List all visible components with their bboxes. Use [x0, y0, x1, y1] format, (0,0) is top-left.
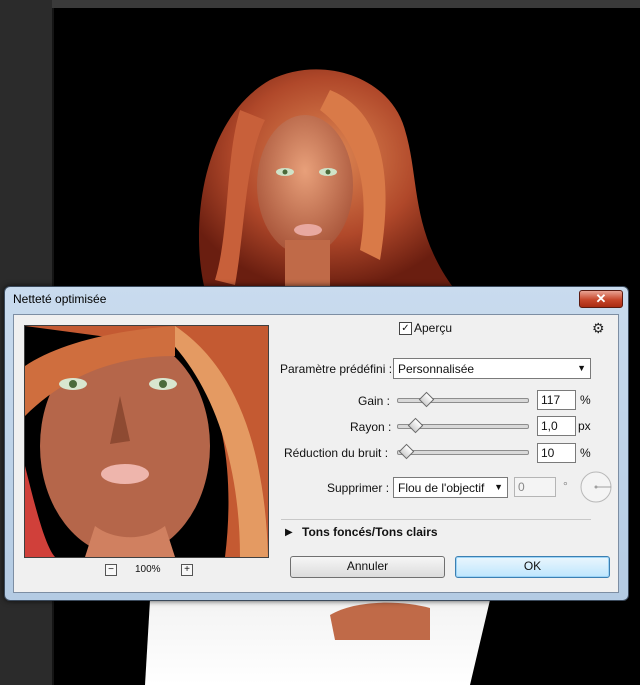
- preset-value: Personnalisée: [398, 362, 475, 376]
- checkmark-icon: ✓: [401, 323, 410, 334]
- preset-label: Paramètre prédéfini :: [280, 362, 393, 376]
- chevron-down-icon: ▼: [494, 482, 503, 492]
- zoom-controls: − 100% +: [105, 564, 195, 578]
- zoom-in-button[interactable]: +: [181, 564, 193, 576]
- radius-unit: px: [578, 419, 591, 433]
- gain-value: 117: [541, 393, 561, 407]
- gear-icon[interactable]: ⚙: [592, 320, 605, 337]
- preview-checkbox-label: Aperçu: [414, 321, 453, 335]
- close-button[interactable]: ✕: [579, 290, 623, 308]
- ok-button[interactable]: OK: [455, 556, 610, 578]
- zoom-out-icon: −: [108, 564, 114, 575]
- section-divider: [281, 519, 591, 520]
- gain-unit: %: [580, 393, 591, 407]
- dialog-titlebar[interactable]: Netteté optimisée ✕: [5, 287, 628, 311]
- noise-slider[interactable]: [397, 450, 529, 455]
- angle-input[interactable]: 0: [514, 477, 556, 497]
- radius-value: 1,0: [541, 419, 558, 433]
- remove-select[interactable]: Flou de l'objectif ▼: [393, 477, 508, 498]
- radius-label: Rayon :: [350, 420, 392, 434]
- shadows-highlights-section[interactable]: Tons foncés/Tons clairs: [302, 525, 438, 539]
- zoom-level: 100%: [135, 564, 161, 575]
- degree-symbol: °: [563, 479, 568, 493]
- noise-value: 10: [541, 446, 555, 460]
- preview-pane[interactable]: [24, 325, 269, 558]
- remove-value: Flou de l'objectif: [398, 481, 485, 495]
- noise-unit: %: [580, 446, 591, 460]
- cancel-button[interactable]: Annuler: [290, 556, 445, 578]
- preset-select[interactable]: Personnalisée ▼: [393, 358, 591, 379]
- zoom-in-icon: +: [184, 564, 190, 575]
- close-icon: ✕: [595, 291, 607, 306]
- gain-input[interactable]: 117: [537, 390, 576, 410]
- expand-triangle-icon[interactable]: ▶: [285, 527, 293, 538]
- noise-input[interactable]: 10: [537, 443, 576, 463]
- remove-label: Supprimer :: [327, 481, 390, 495]
- radius-input[interactable]: 1,0: [537, 416, 576, 436]
- angle-value: 0: [518, 480, 525, 494]
- gain-label: Gain :: [358, 394, 391, 408]
- zoom-out-button[interactable]: −: [105, 564, 117, 576]
- sharpen-dialog: Netteté optimisée ✕ − 100% + ✓ Aperçu ⚙: [4, 286, 629, 601]
- dialog-title: Netteté optimisée: [13, 292, 107, 306]
- preview-checkbox[interactable]: ✓: [399, 322, 412, 335]
- preview-face-image: [25, 326, 268, 557]
- noise-label: Réduction du bruit :: [284, 446, 389, 460]
- gain-slider[interactable]: [397, 398, 529, 403]
- angle-dial-icon[interactable]: [578, 469, 614, 505]
- chevron-down-icon: ▼: [577, 363, 586, 373]
